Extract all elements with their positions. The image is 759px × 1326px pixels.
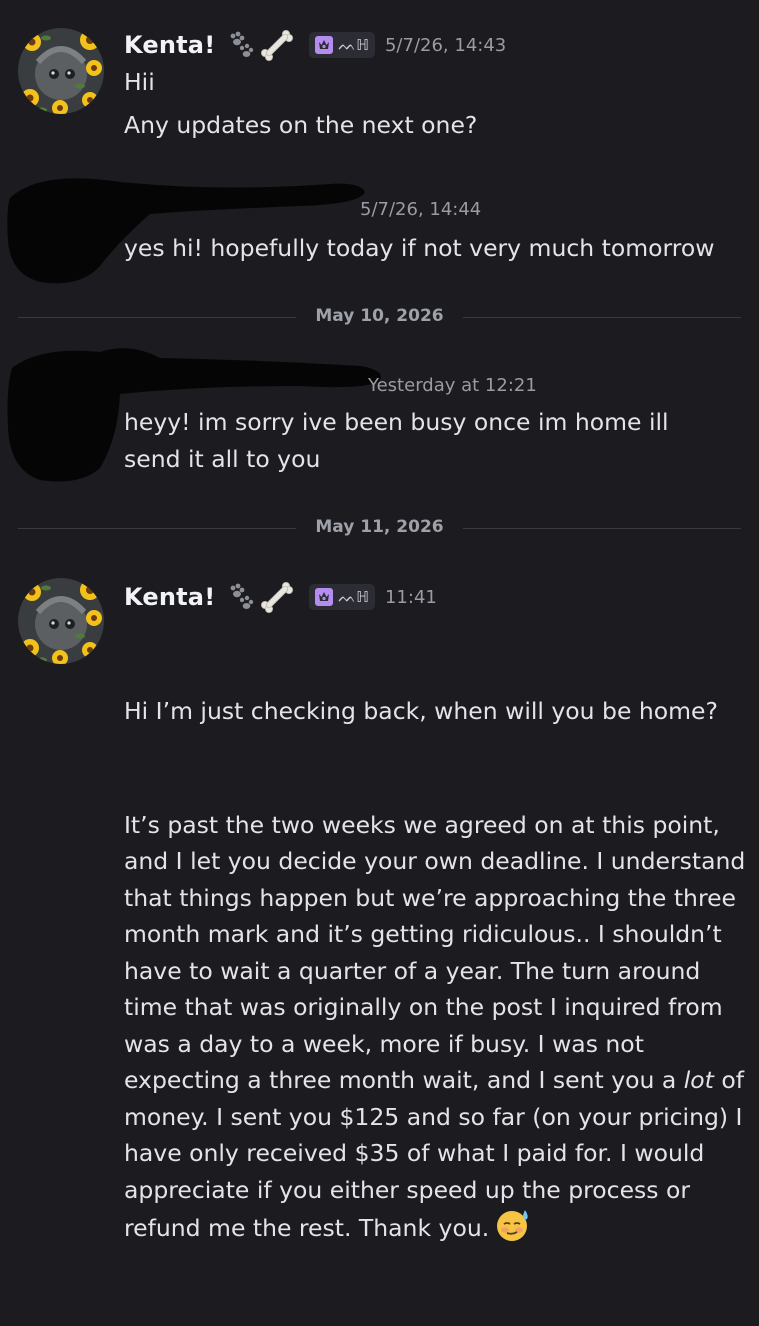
date-divider: May 11, 2026 [18, 514, 741, 544]
crown-badge-icon [315, 36, 334, 54]
message-paragraph: It’s past the two weeks we agreed on at … [124, 807, 749, 1253]
message-line: Hi I’m just checking back, when will you… [124, 697, 718, 725]
role-tag-text: ᨓℍ [338, 36, 369, 54]
date-divider-label: May 10, 2026 [315, 306, 444, 326]
bone-icon [261, 30, 294, 61]
role-badge[interactable]: ᨓℍ [309, 32, 375, 58]
role-tag-text: ᨓℍ [338, 588, 369, 606]
date-divider: May 10, 2026 [18, 303, 741, 333]
sweat-smile-emoji[interactable] [495, 1208, 531, 1253]
message-text: Hii Any updates on the next one? [124, 68, 478, 139]
timestamp: 11:41 [384, 586, 437, 608]
date-divider-label: May 11, 2026 [315, 517, 444, 537]
avatar[interactable] [18, 578, 104, 664]
message-text: heyy! im sorry ive been busy once im hom… [124, 408, 677, 473]
crown-badge-icon [315, 588, 334, 606]
paw-prints-icon [230, 31, 254, 57]
avatar[interactable] [18, 28, 104, 114]
username[interactable]: Kenta! [124, 583, 215, 611]
timestamp: 5/7/26, 14:44 [360, 198, 482, 220]
username[interactable]: Kenta! [124, 31, 215, 59]
message-text: yes hi! hopefully today if not very much… [124, 234, 715, 262]
italic-emphasis: lot [683, 1066, 714, 1094]
role-badge[interactable]: ᨓℍ [309, 584, 375, 610]
timestamp: 5/7/26, 14:43 [384, 34, 507, 56]
timestamp: Yesterday at 12:21 [368, 374, 537, 396]
bone-icon [261, 582, 294, 613]
message-text: Hi I’m just checking back, when will you… [124, 620, 749, 1326]
paw-prints-icon [230, 583, 254, 609]
